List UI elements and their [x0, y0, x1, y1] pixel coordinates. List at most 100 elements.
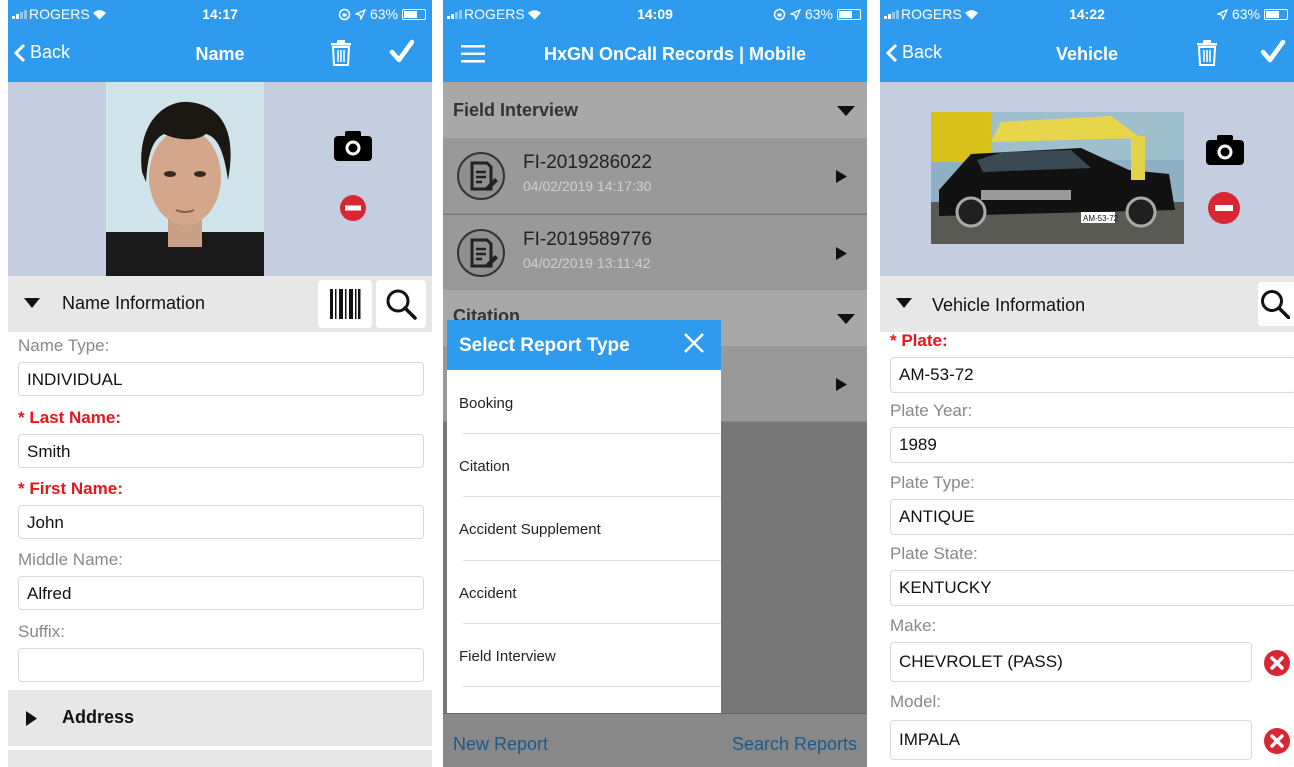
rotation-lock-icon: [773, 8, 786, 20]
clear-model-icon[interactable]: [1263, 727, 1291, 755]
divider: [463, 433, 721, 434]
remove-photo-icon[interactable]: [339, 194, 367, 222]
photo-area: AM-53-72: [880, 82, 1294, 276]
vehicle-photo[interactable]: AM-53-72: [931, 112, 1184, 244]
person-image: [106, 101, 264, 276]
name-type-label: Name Type:: [18, 336, 110, 355]
report-type-citation[interactable]: Citation: [459, 458, 510, 475]
nav-bar: Back Name: [8, 26, 432, 82]
close-icon[interactable]: [683, 332, 705, 354]
plate-field[interactable]: AM-53-72: [890, 357, 1294, 393]
barcode-scan-button[interactable]: [318, 280, 372, 328]
section-title: Vehicle Information: [932, 295, 1086, 315]
report-type-accident[interactable]: Accident: [459, 585, 517, 602]
hamburger-menu-icon[interactable]: [461, 45, 485, 63]
vehicle-screen: ROGERS 14:22 63% Back Vehicle AM-53-72 V…: [880, 0, 1294, 767]
plate-year-field[interactable]: 1989: [890, 427, 1294, 463]
battery-percent: 63%: [369, 6, 398, 22]
first-name-label: * First Name:: [18, 479, 123, 498]
caret-right-icon: [26, 711, 37, 726]
status-bar: ROGERS 14:17 63%: [8, 0, 432, 26]
trash-icon[interactable]: [1196, 39, 1218, 67]
location-icon: [1216, 8, 1228, 20]
dialog-title: Select Report Type: [459, 335, 630, 356]
status-bar: ROGERS 14:22 63%: [880, 0, 1294, 26]
play-arrow-icon: [836, 170, 847, 183]
last-name-field[interactable]: Smith: [18, 434, 424, 468]
report-type-field-interview[interactable]: Field Interview: [459, 648, 556, 665]
address-title: Address: [62, 707, 135, 727]
vehicle-information-header[interactable]: Vehicle Information: [880, 276, 1294, 332]
page-title: Vehicle: [1055, 44, 1119, 64]
search-button[interactable]: [376, 280, 426, 328]
records-screen: ROGERS 14:09 63% HxGN OnCall Records | M…: [443, 0, 867, 767]
license-plate-text: AM-53-72: [1083, 214, 1119, 223]
dialog-header: Select Report Type: [447, 320, 721, 370]
record-row[interactable]: FI-2019286022 04/02/2019 14:17:30: [443, 138, 867, 214]
battery-icon: [402, 8, 426, 20]
record-row[interactable]: FI-2019589776 04/02/2019 13:11:42: [443, 215, 867, 291]
section-title: Name Information: [62, 293, 206, 313]
plate-year-label: Plate Year:: [890, 401, 973, 420]
middle-name-label: Middle Name:: [18, 550, 123, 569]
divider: [463, 686, 721, 687]
caret-down-icon: [837, 106, 855, 116]
battery-icon: [1264, 8, 1288, 20]
status-right: 63%: [338, 6, 426, 22]
divider: [463, 496, 721, 497]
status-right: 63%: [773, 6, 861, 22]
first-name-field[interactable]: John: [18, 505, 424, 539]
camera-icon[interactable]: [333, 130, 373, 162]
report-type-booking[interactable]: Booking: [459, 395, 513, 412]
search-reports-link[interactable]: Search Reports: [732, 734, 857, 755]
app-title: HxGN OnCall Records | Mobile: [543, 44, 807, 64]
section-title: Field Interview: [453, 100, 579, 120]
search-icon: [386, 289, 417, 320]
suffix-label: Suffix:: [18, 622, 65, 641]
nav-bar: HxGN OnCall Records | Mobile: [443, 26, 867, 82]
check-icon[interactable]: [1260, 39, 1286, 65]
trash-icon[interactable]: [330, 39, 352, 67]
name-information-header[interactable]: Name Information: [8, 276, 432, 332]
report-type-accident-supplement[interactable]: Accident Supplement: [459, 521, 601, 538]
nav-bar: Back Vehicle: [880, 26, 1294, 82]
search-button[interactable]: [1258, 282, 1294, 326]
top-bar: ROGERS 14:09 63% HxGN OnCall Records | M…: [443, 0, 867, 82]
record-id: FI-2019589776: [523, 229, 652, 250]
name-type-field[interactable]: INDIVIDUAL: [18, 362, 424, 396]
battery-percent: 63%: [1231, 6, 1260, 22]
make-label: Make:: [890, 616, 937, 635]
suffix-field[interactable]: [18, 648, 424, 682]
photo-area: [8, 82, 432, 276]
plate-type-field[interactable]: ANTIQUE: [890, 499, 1294, 535]
middle-name-field[interactable]: Alfred: [18, 576, 424, 610]
model-field[interactable]: IMPALA: [890, 720, 1252, 760]
rotation-lock-icon: [338, 8, 351, 20]
name-screen: ROGERS 14:17 63% Back Name Name Informat…: [8, 0, 432, 767]
caret-down-icon: [837, 314, 855, 324]
camera-icon[interactable]: [1205, 134, 1245, 166]
check-icon[interactable]: [389, 39, 415, 65]
plate-state-field[interactable]: KENTUCKY: [890, 570, 1294, 606]
select-report-type-dialog: Select Report Type Booking Citation Acci…: [447, 320, 721, 713]
location-icon: [354, 8, 366, 20]
field-interview-header[interactable]: Field Interview: [443, 82, 867, 138]
make-field[interactable]: CHEVROLET (PASS): [890, 642, 1252, 682]
status-right: 63%: [1216, 6, 1288, 22]
next-section: [8, 750, 432, 767]
divider: [463, 623, 721, 624]
person-photo[interactable]: [106, 82, 264, 276]
search-icon: [1261, 290, 1290, 319]
record-id: FI-2019286022: [523, 152, 652, 173]
play-arrow-icon: [836, 247, 847, 260]
clear-make-icon[interactable]: [1263, 649, 1291, 677]
address-header[interactable]: Address: [8, 690, 432, 746]
new-report-link[interactable]: New Report: [453, 734, 548, 755]
page-title: Name: [195, 44, 245, 64]
last-name-label: * Last Name:: [18, 408, 121, 427]
record-timestamp: 04/02/2019 14:17:30: [523, 178, 652, 194]
location-icon: [789, 8, 801, 20]
remove-photo-icon[interactable]: [1207, 191, 1241, 225]
document-icon: [457, 229, 505, 277]
model-label: Model:: [890, 692, 942, 711]
